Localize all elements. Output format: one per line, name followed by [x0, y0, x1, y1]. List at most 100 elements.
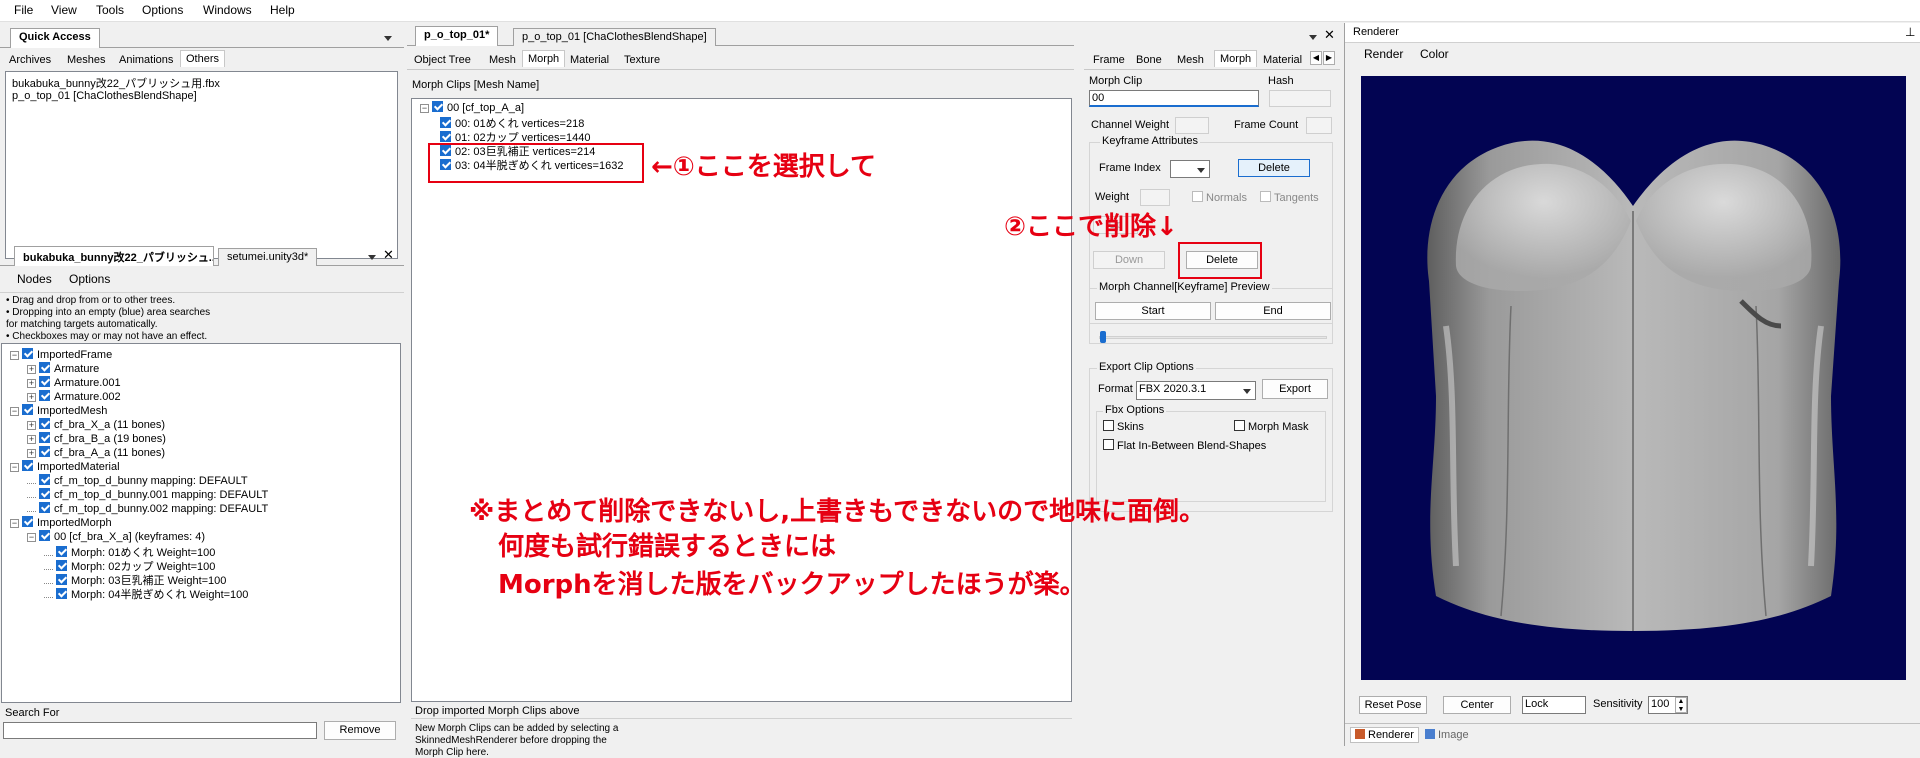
- scroll-right-button[interactable]: ▶: [1323, 51, 1335, 65]
- center-button[interactable]: Center: [1443, 696, 1511, 714]
- checkbox[interactable]: [22, 348, 33, 359]
- tab-p-o-top-01[interactable]: p_o_top_01*: [415, 26, 499, 46]
- tree-node[interactable]: + cf_bra_X_a (11 bones): [27, 418, 165, 431]
- sensitivity-stepper[interactable]: ▲ ▼: [1675, 697, 1687, 713]
- list-item[interactable]: bukabuka_bunny改22_パブリッシュ用.fbx: [12, 75, 220, 91]
- tree-node[interactable]: + Armature: [27, 362, 99, 375]
- expand-icon[interactable]: +: [27, 421, 36, 430]
- tab-chaclothesblendshape[interactable]: p_o_top_01 [ChaClothesBlendShape]: [513, 28, 716, 46]
- tree-node[interactable]: − ImportedMorph: [10, 516, 112, 529]
- tab-archives[interactable]: Archives: [4, 52, 56, 68]
- menu-view[interactable]: View: [51, 3, 77, 17]
- tab-nodes[interactable]: Nodes: [12, 270, 57, 288]
- menu-options[interactable]: Options: [142, 3, 183, 17]
- collapse-icon[interactable]: −: [10, 519, 19, 528]
- close-icon[interactable]: ✕: [383, 249, 394, 262]
- expand-icon[interactable]: +: [27, 379, 36, 388]
- chevron-down-icon[interactable]: [368, 255, 376, 260]
- tab-setumei[interactable]: setumei.unity3d*: [218, 248, 318, 266]
- collapse-icon[interactable]: −: [27, 533, 36, 542]
- tree-node[interactable]: cf_m_top_d_bunny.002 mapping: DEFAULT: [27, 502, 268, 515]
- checkbox[interactable]: [39, 530, 50, 541]
- lock-field[interactable]: Lock: [1522, 696, 1586, 714]
- collapse-icon[interactable]: −: [10, 407, 19, 416]
- checkbox[interactable]: [56, 560, 67, 571]
- chevron-down-icon[interactable]: [1309, 35, 1317, 40]
- keyframe-delete-button[interactable]: Delete: [1238, 159, 1310, 177]
- checkbox[interactable]: [39, 376, 50, 387]
- tab-bone[interactable]: Bone: [1131, 52, 1167, 68]
- checkbox[interactable]: [39, 502, 50, 513]
- checkbox[interactable]: [440, 131, 451, 142]
- flat-inbetween-checkbox[interactable]: Flat In-Between Blend-Shapes: [1103, 439, 1266, 452]
- start-button[interactable]: Start: [1095, 302, 1211, 320]
- tree-node[interactable]: − ImportedFrame: [10, 348, 112, 361]
- tab-animations[interactable]: Animations: [114, 52, 178, 68]
- menu-tools[interactable]: Tools: [96, 3, 124, 17]
- tab-others[interactable]: Others: [180, 50, 226, 67]
- tab-object-tree[interactable]: Object Tree: [409, 52, 476, 68]
- menu-windows[interactable]: Windows: [203, 3, 252, 17]
- tab-bukabuka[interactable]: bukabuka_bunny改22_パブリッシュ...: [14, 246, 214, 266]
- tab-meshes[interactable]: Meshes: [62, 52, 111, 68]
- checkbox[interactable]: [432, 101, 443, 112]
- checkbox[interactable]: [39, 488, 50, 499]
- expand-icon[interactable]: +: [27, 365, 36, 374]
- tab-material[interactable]: Material: [1258, 52, 1307, 68]
- morph-clip-item[interactable]: − 00 [cf_top_A_a]: [420, 101, 524, 114]
- expand-icon[interactable]: +: [27, 435, 36, 444]
- scroll-left-button[interactable]: ◀: [1310, 51, 1322, 65]
- tab-image[interactable]: Image: [1421, 728, 1473, 742]
- checkbox[interactable]: [39, 446, 50, 457]
- checkbox[interactable]: [22, 404, 33, 415]
- tab-mesh[interactable]: Mesh: [484, 52, 521, 68]
- collapse-icon[interactable]: −: [420, 104, 429, 113]
- tree-node[interactable]: + Armature.002: [27, 390, 121, 403]
- tree-node[interactable]: Morph: 04半脱ぎめくれ Weight=100: [44, 586, 248, 602]
- tab-options[interactable]: Options: [64, 270, 115, 288]
- checkbox[interactable]: [56, 574, 67, 585]
- morph-clip-input[interactable]: 00: [1089, 90, 1259, 107]
- checkbox[interactable]: [39, 390, 50, 401]
- checkbox[interactable]: [22, 460, 33, 471]
- checkbox[interactable]: [22, 516, 33, 527]
- channel-weight-field[interactable]: [1175, 117, 1209, 134]
- checkbox[interactable]: [39, 432, 50, 443]
- collapse-icon[interactable]: −: [10, 351, 19, 360]
- menu-render[interactable]: Render: [1364, 47, 1403, 61]
- pin-icon[interactable]: ⊥: [1905, 25, 1915, 39]
- expand-icon[interactable]: +: [27, 449, 36, 458]
- preview-slider-thumb[interactable]: [1100, 331, 1106, 343]
- tree-node[interactable]: + cf_bra_B_a (19 bones): [27, 432, 166, 445]
- remove-button[interactable]: Remove: [324, 721, 396, 740]
- tangents-checkbox[interactable]: Tangents: [1260, 191, 1319, 204]
- tab-texture[interactable]: Texture: [619, 52, 665, 68]
- checkbox[interactable]: [39, 474, 50, 485]
- normals-checkbox[interactable]: Normals: [1192, 191, 1247, 204]
- tree-node[interactable]: cf_m_top_d_bunny.001 mapping: DEFAULT: [27, 488, 268, 501]
- weight-field[interactable]: [1140, 189, 1170, 206]
- checkbox[interactable]: [440, 117, 451, 128]
- tree-node[interactable]: + cf_bra_A_a (11 bones): [27, 446, 165, 459]
- tree-node[interactable]: − ImportedMesh: [10, 404, 107, 417]
- checkbox[interactable]: [56, 546, 67, 557]
- collapse-icon[interactable]: −: [10, 463, 19, 472]
- checkbox[interactable]: [39, 418, 50, 429]
- preview-slider-track[interactable]: [1099, 336, 1327, 339]
- viewport[interactable]: [1361, 76, 1906, 680]
- list-item[interactable]: p_o_top_01 [ChaClothesBlendShape]: [12, 90, 197, 102]
- tab-mesh[interactable]: Mesh: [1172, 52, 1209, 68]
- export-button[interactable]: Export: [1262, 379, 1328, 399]
- menu-help[interactable]: Help: [270, 3, 295, 17]
- morph-mask-checkbox[interactable]: Morph Mask: [1234, 420, 1309, 433]
- tab-morph[interactable]: Morph: [1214, 50, 1258, 67]
- tab-material[interactable]: Material: [565, 52, 614, 68]
- checkbox[interactable]: [39, 362, 50, 373]
- checkbox[interactable]: [56, 588, 67, 599]
- tab-renderer[interactable]: Renderer: [1350, 727, 1419, 743]
- tab-morph[interactable]: Morph: [522, 50, 566, 67]
- reset-pose-button[interactable]: Reset Pose: [1359, 696, 1427, 714]
- expand-icon[interactable]: +: [27, 393, 36, 402]
- menu-color[interactable]: Color: [1420, 47, 1449, 61]
- tree-node[interactable]: + Armature.001: [27, 376, 121, 389]
